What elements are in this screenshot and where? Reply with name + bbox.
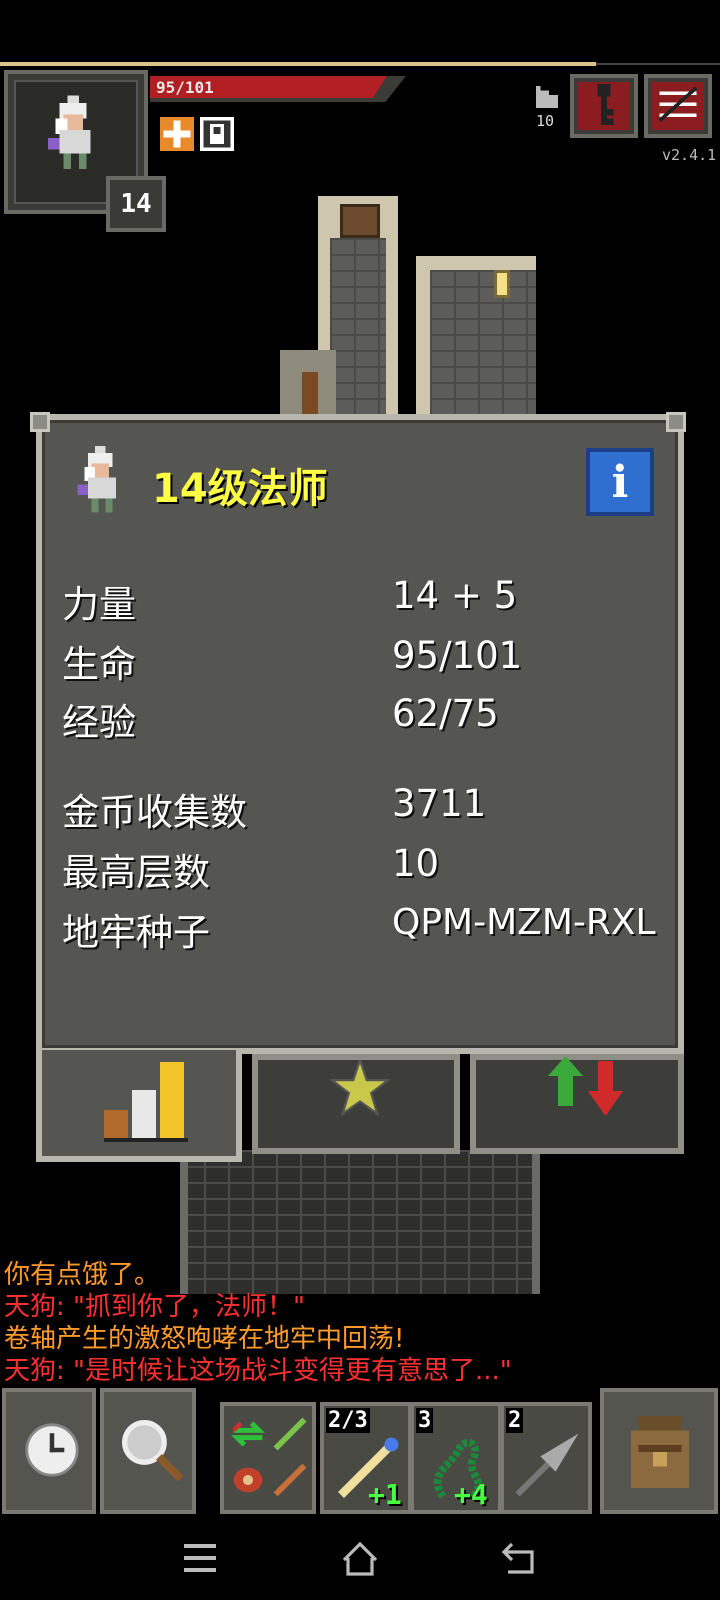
mage-avatar-icon — [47, 95, 91, 169]
dungeon-wall — [532, 1150, 540, 1294]
stat-value-strength: 14 + 5 — [392, 574, 518, 617]
recent-apps-icon[interactable] — [180, 1540, 220, 1576]
mage-avatar-icon — [77, 446, 116, 513]
backpack-icon — [631, 1416, 689, 1488]
dart-icon — [515, 1433, 579, 1497]
tab-talents[interactable] — [252, 1054, 460, 1154]
clock-icon — [25, 1423, 79, 1477]
swap-icon[interactable] — [230, 1416, 266, 1452]
dialog-corner — [666, 412, 686, 432]
wait-button[interactable] — [2, 1388, 96, 1514]
info-icon: i — [611, 456, 629, 508]
dialog-title: 14级法师 — [152, 466, 328, 512]
dungeon-floor — [330, 238, 386, 416]
star-icon — [330, 1060, 390, 1116]
quickslot-group-small — [220, 1402, 316, 1514]
quickslot-bonus: +1 — [368, 1478, 402, 1511]
stats-bars-icon — [104, 1062, 188, 1142]
dungeon-floor-lower — [180, 1150, 540, 1294]
dialog-corner — [30, 412, 50, 432]
depth-text: 10 — [536, 112, 555, 130]
log-line: 天狗: "是时候让这场战斗变得更有意思了..." — [4, 1356, 512, 1386]
tab-buffs[interactable] — [470, 1054, 684, 1154]
info-button[interactable]: i — [586, 448, 654, 516]
key-icon — [597, 84, 614, 125]
xp-progress-bar — [0, 62, 596, 66]
dungeon-wall — [180, 1150, 188, 1294]
stat-label-health: 生命 — [62, 643, 136, 686]
magnifier-icon — [121, 1419, 184, 1482]
stat-label-gold: 金币收集数 — [62, 791, 247, 834]
quickslot-3[interactable]: 2 — [500, 1402, 592, 1514]
hero-level-text: 14 — [120, 189, 152, 219]
inventory-button[interactable] — [600, 1388, 718, 1514]
stat-value-health: 95/101 — [392, 634, 523, 677]
stat-value-max-depth: 10 — [392, 842, 440, 885]
orange-wand-icon[interactable] — [272, 1462, 308, 1498]
xp-progress-track — [596, 63, 720, 65]
stat-label-strength: 力量 — [62, 583, 136, 626]
menu-icon — [658, 86, 698, 123]
stat-value-seed: QPM-MZM-RXL — [392, 902, 656, 943]
meat-icon[interactable] — [230, 1462, 266, 1498]
quickslot-2[interactable]: 3 +4 — [410, 1402, 502, 1514]
green-wand-icon[interactable] — [272, 1416, 308, 1452]
side-door[interactable] — [302, 372, 318, 416]
search-button[interactable] — [100, 1388, 196, 1514]
healing-buff-icon[interactable] — [160, 117, 194, 151]
home-icon[interactable] — [340, 1540, 380, 1576]
journal-button[interactable] — [570, 74, 638, 138]
lock-buff-icon[interactable] — [200, 117, 234, 151]
wall-lantern-icon — [494, 270, 510, 298]
quickslot-bonus: +4 — [454, 1478, 488, 1511]
hero-level-badge: 14 — [106, 176, 166, 232]
dungeon-floor — [430, 270, 536, 416]
wooden-door[interactable] — [340, 204, 380, 238]
menu-button[interactable] — [644, 74, 712, 138]
arrows-icon — [548, 1056, 623, 1116]
stat-label-max-depth: 最高层数 — [62, 851, 210, 894]
tab-stats[interactable] — [36, 1050, 242, 1162]
back-icon[interactable] — [500, 1540, 540, 1576]
quickslot-1[interactable]: 2/3 +1 — [320, 1402, 412, 1514]
stairs-depth-icon — [536, 86, 558, 108]
stat-value-gold: 3711 — [392, 782, 487, 825]
stat-value-exp: 62/75 — [392, 692, 499, 735]
stat-label-seed: 地牢种子 — [62, 911, 210, 954]
version-text: v2.4.1 — [662, 146, 717, 164]
stat-label-exp: 经验 — [62, 701, 136, 744]
hp-text: 95/101 — [156, 78, 214, 97]
quickslot-count: 2/3 — [326, 1408, 370, 1433]
